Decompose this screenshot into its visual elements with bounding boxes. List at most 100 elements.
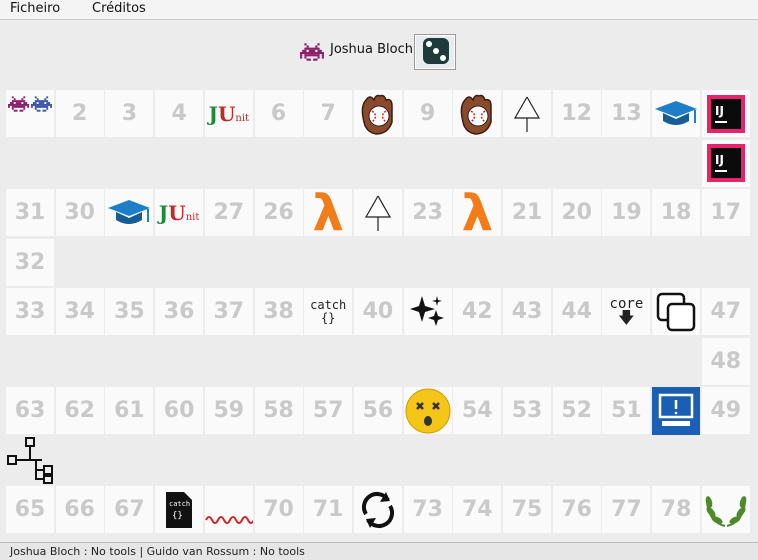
cell-number: 6	[270, 101, 287, 126]
cell-number: 13	[611, 101, 642, 126]
board-cell-33: 33	[6, 288, 55, 336]
menu-ficheiro[interactable]: Ficheiro	[2, 1, 68, 16]
svg-text:IJ: IJ	[715, 153, 724, 167]
core-down-icon: core 🡇	[609, 295, 644, 327]
board-cell-11	[503, 90, 552, 138]
cell-number: 4	[171, 101, 187, 126]
roll-die-button[interactable]	[414, 34, 456, 70]
cell-number: 62	[64, 398, 95, 423]
cell-number: 33	[14, 299, 46, 324]
board-cell-40: 40	[353, 288, 403, 336]
cell-number: 78	[660, 497, 692, 522]
board-cell-78: 78	[652, 486, 702, 534]
board-cell-22: λ	[453, 183, 503, 242]
board-cell-35: 35	[105, 288, 155, 336]
cell-number: 70	[263, 497, 294, 522]
junit-icon: JUnit	[208, 101, 250, 126]
board-cell-62: 62	[55, 387, 105, 435]
laurel-wreath-icon	[702, 486, 750, 533]
board-cell-74: 74	[453, 486, 503, 534]
board-cell-13: 13	[602, 90, 652, 138]
board-cell-8	[353, 90, 403, 138]
board-cell-54: 54	[453, 387, 503, 435]
board-cell-45: core 🡇	[602, 288, 652, 336]
board-cell-1	[6, 90, 55, 138]
cell-number: 42	[461, 299, 493, 324]
cell-number: 37	[213, 299, 245, 324]
cell-number: 27	[213, 200, 245, 225]
board-cell-21: 21	[503, 189, 552, 237]
cell-number: 74	[461, 497, 493, 522]
cell-number: 3	[121, 101, 138, 126]
board-cell-70: 70	[254, 486, 304, 534]
board-cell-69	[204, 486, 254, 534]
cell-number: 51	[611, 398, 642, 423]
board-cell-4: 4	[155, 90, 205, 138]
board-cell-60: 60	[155, 387, 205, 435]
cell-number: 26	[263, 200, 294, 225]
board-cell-17: 17	[701, 189, 751, 237]
board-cell-18: 18	[652, 189, 702, 237]
cell-number: 54	[461, 398, 493, 423]
game-board: 2 3 4 JUnit 6 7 9 12 13 IJ IJ 17 18 19 20 21 λ 23 λ 26 27 JUn…	[6, 90, 751, 536]
baseball-glove-icon	[354, 90, 402, 137]
cell-number: 19	[611, 200, 642, 225]
board-cell-28: JUnit	[155, 189, 205, 237]
cell-number: 23	[412, 200, 443, 225]
junit-icon: JUnit	[158, 200, 200, 225]
board-cell-50	[652, 386, 702, 435]
board-cell-6: 6	[254, 90, 304, 138]
wavy-line-icon	[204, 486, 253, 533]
board-cell-31: 31	[6, 189, 55, 237]
cell-number: 67	[114, 497, 145, 522]
board-cell-2: 2	[55, 90, 105, 138]
cell-number: 20	[561, 200, 592, 225]
board-cell-5: JUnit	[204, 90, 254, 138]
board-cell-46	[652, 288, 702, 336]
board-cell-9: 9	[403, 90, 453, 138]
board-cell-43: 43	[503, 288, 552, 336]
board-cell-26: 26	[254, 189, 304, 237]
board-cell-61: 61	[105, 387, 155, 435]
board-cell-25: λ	[304, 183, 354, 242]
board-cell-53: 53	[503, 387, 552, 435]
svg-text:catch: catch	[169, 500, 190, 508]
board-cell-27: 27	[204, 189, 254, 237]
menu-creditos[interactable]: Créditos	[84, 1, 154, 16]
board-cell-30: 30	[55, 189, 105, 237]
board-cell-56: 56	[353, 387, 403, 435]
cell-number: 9	[419, 101, 436, 126]
copy-icon	[652, 288, 700, 335]
status-bar: Joshua Bloch : No tools | Guido van Ross…	[0, 542, 758, 560]
board-cell-19: 19	[602, 189, 652, 237]
cell-number: 73	[412, 497, 443, 522]
board-cell-68: catch {}	[155, 486, 205, 534]
baseball-glove-icon	[453, 90, 501, 137]
board-cell-48: 48	[701, 337, 751, 386]
cell-number: 30	[64, 200, 95, 225]
intellij-icon: IJ	[702, 90, 750, 137]
cell-number: 21	[511, 200, 543, 225]
space-invader-icon	[300, 43, 324, 61]
cell-number: 35	[114, 299, 145, 324]
board-cell-12: 12	[552, 90, 602, 138]
graduation-cap-icon	[105, 189, 153, 236]
refresh-arrows-icon	[354, 486, 402, 533]
board-cell-65: 65	[6, 486, 55, 534]
board-cell-79	[701, 486, 751, 534]
intellij-icon: IJ	[702, 140, 750, 187]
cell-number: 61	[114, 398, 145, 423]
board-cell-47: 47	[701, 288, 751, 336]
cell-number: 56	[362, 398, 394, 423]
cell-number: 38	[263, 299, 294, 324]
board-cell-52: 52	[552, 387, 602, 435]
cell-number: 57	[312, 398, 344, 423]
board-cell-41	[403, 288, 453, 336]
arrow-up-icon	[354, 189, 402, 236]
lambda-icon: λ	[461, 183, 494, 242]
cell-number: 31	[14, 200, 46, 225]
tree-diagram-icon	[6, 437, 54, 484]
svg-text:IJ: IJ	[715, 104, 724, 118]
lambda-icon: λ	[312, 183, 344, 242]
cell-number: 2	[72, 101, 88, 126]
